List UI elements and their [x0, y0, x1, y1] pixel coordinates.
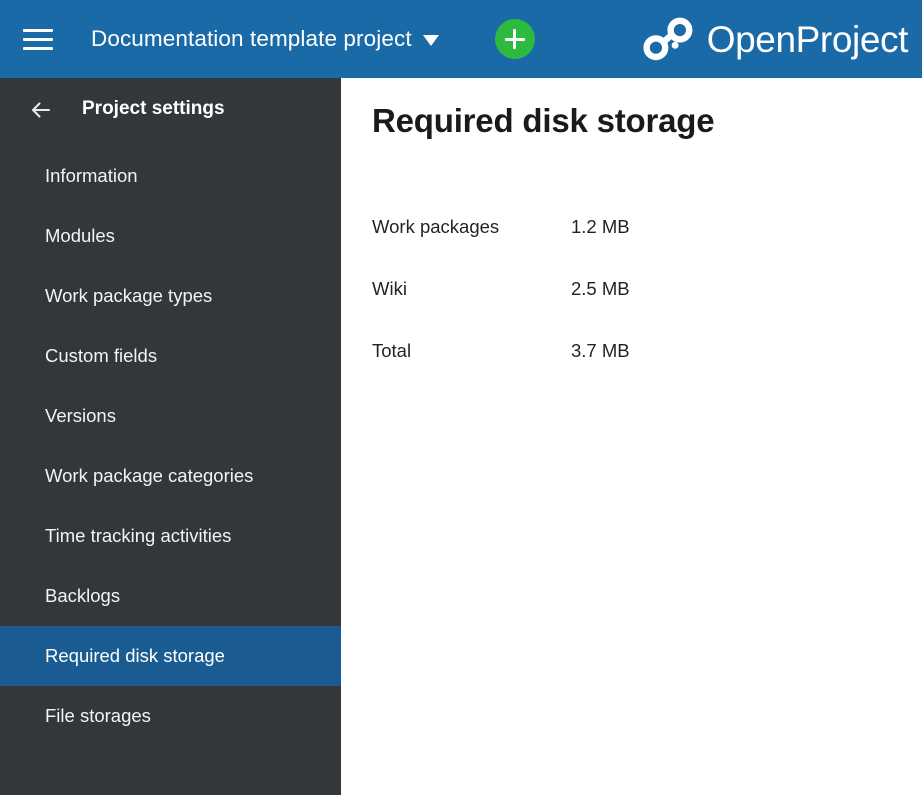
sidebar-item-modules[interactable]: Modules	[0, 206, 341, 266]
storage-row-value: 3.7 MB	[571, 339, 630, 361]
storage-row-value: 1.2 MB	[571, 215, 630, 237]
table-row: Wiki 2.5 MB	[372, 258, 630, 320]
sidebar-item-work-package-categories[interactable]: Work package categories	[0, 446, 341, 506]
storage-row-label: Wiki	[372, 277, 407, 299]
sidebar-item-time-tracking-activities[interactable]: Time tracking activities	[0, 506, 341, 566]
page-title: Required disk storage	[372, 102, 715, 139]
sidebar-item-label: File storages	[45, 705, 151, 726]
sidebar-item-backlogs[interactable]: Backlogs	[0, 566, 341, 626]
hamburger-bar	[23, 37, 53, 41]
arrow-left-icon[interactable]	[28, 97, 54, 123]
application-window: Documentation template project OpenProje…	[0, 0, 922, 795]
sidebar-item-label: Time tracking activities	[45, 525, 232, 546]
hamburger-bar	[23, 46, 53, 50]
sidebar-item-label: Work package types	[45, 285, 213, 306]
sidebar-item-required-disk-storage[interactable]: Required disk storage	[0, 626, 341, 686]
storage-row-value: 2.5 MB	[571, 277, 630, 299]
brand-name-label: OpenProject	[706, 18, 909, 60]
top-header-bar: Documentation template project OpenProje…	[0, 0, 922, 78]
sidebar-item-label: Work package categories	[45, 465, 254, 486]
project-selector[interactable]: Documentation template project	[91, 26, 439, 52]
sidebar-item-label: Versions	[45, 405, 116, 426]
sidebar-item-label: Backlogs	[45, 585, 121, 606]
sidebar-item-work-package-types[interactable]: Work package types	[0, 266, 341, 326]
disk-storage-table: Work packages 1.2 MB Wiki 2.5 MB Total 3…	[372, 196, 630, 382]
sidebar-item-label: Custom fields	[45, 345, 158, 366]
sidebar-item-custom-fields[interactable]: Custom fields	[0, 326, 341, 386]
sidebar-item-label: Required disk storage	[45, 645, 225, 666]
table-row: Total 3.7 MB	[372, 320, 630, 382]
project-name-label: Documentation template project	[91, 26, 412, 51]
storage-row-label: Total	[372, 339, 412, 361]
sidebar-item-file-storages[interactable]: File storages	[0, 686, 341, 746]
sidebar-title: Project settings	[82, 98, 225, 119]
hamburger-bar	[23, 28, 53, 32]
openproject-logo-icon	[643, 17, 693, 61]
project-settings-sidebar: Project settings Information Modules Wor…	[0, 78, 341, 795]
sidebar-item-label: Information	[45, 165, 138, 186]
sidebar-item-information[interactable]: Information	[0, 146, 341, 206]
add-button[interactable]	[494, 19, 535, 59]
sidebar-header: Project settings	[0, 78, 341, 140]
hamburger-menu-icon[interactable]	[21, 22, 55, 56]
sidebar-item-label: Modules	[45, 225, 115, 246]
table-row: Work packages 1.2 MB	[372, 196, 630, 258]
openproject-brand[interactable]: OpenProject	[643, 17, 908, 61]
sidebar-item-versions[interactable]: Versions	[0, 386, 341, 446]
main-content: Required disk storage Work packages 1.2 …	[341, 78, 922, 795]
storage-row-label: Work packages	[372, 215, 500, 237]
chevron-down-icon	[422, 35, 439, 46]
sidebar-menu: Information Modules Work package types C…	[0, 146, 341, 746]
